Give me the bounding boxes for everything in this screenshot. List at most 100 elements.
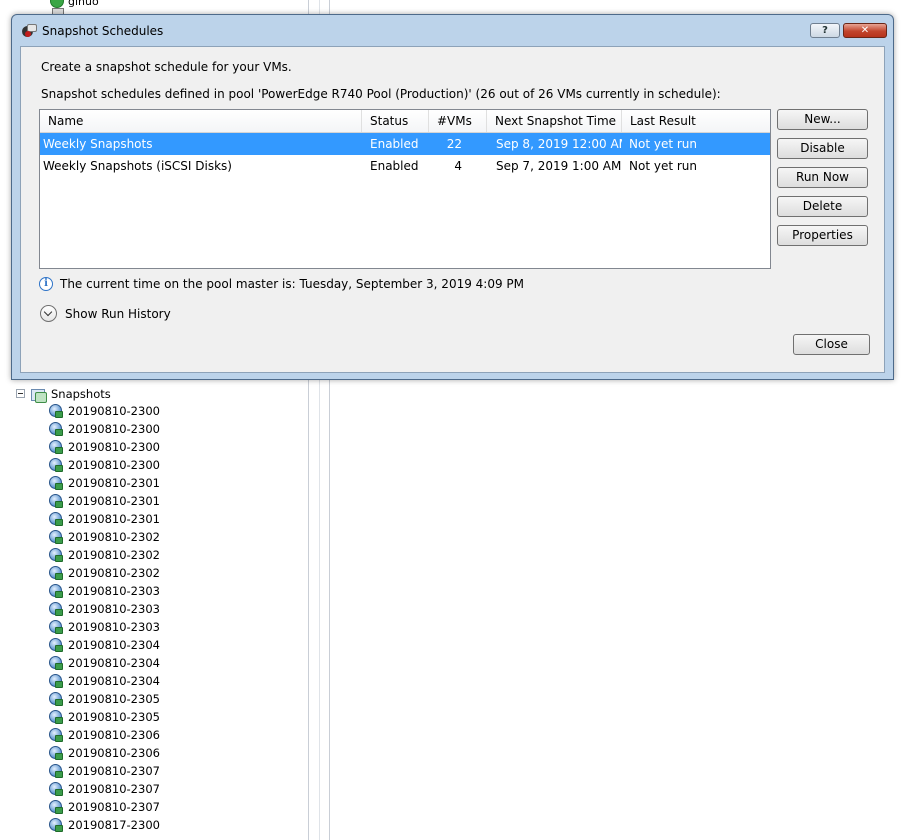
- snapshot-icon: [48, 709, 64, 725]
- dialog-titlebar[interactable]: Snapshot Schedules ? ✕: [12, 15, 893, 46]
- snapshot-tree-item[interactable]: 20190810-2306: [48, 726, 160, 744]
- snapshot-tree-item[interactable]: 20190810-2300: [48, 438, 160, 456]
- window-close-button[interactable]: ✕: [843, 23, 887, 38]
- snapshot-icon: [48, 403, 64, 419]
- schedules-table: Name Status #VMs Next Snapshot Time Last…: [39, 109, 771, 269]
- snapshot-tree-item[interactable]: 20190810-2301: [48, 492, 160, 510]
- column-header-last-result[interactable]: Last Result: [622, 110, 770, 132]
- run-now-button[interactable]: Run Now: [777, 167, 868, 188]
- info-icon: i: [39, 277, 53, 291]
- snapshot-tree-item[interactable]: 20190810-2303: [48, 618, 160, 636]
- snapshot-tree-item[interactable]: 20190810-2302: [48, 546, 160, 564]
- snapshot-icon: [48, 817, 64, 833]
- snapshot-icon: [48, 565, 64, 581]
- snapshot-icon: [48, 529, 64, 545]
- snapshot-label: 20190810-2304: [68, 638, 160, 652]
- snapshot-tree-item[interactable]: 20190817-2300: [48, 816, 160, 834]
- snapshot-icon: [48, 673, 64, 689]
- snapshot-label: 20190810-2300: [68, 404, 160, 418]
- close-button[interactable]: Close: [793, 334, 870, 355]
- snapshot-tree-item[interactable]: 20190810-2304: [48, 636, 160, 654]
- show-run-history-label: Show Run History: [65, 306, 171, 321]
- properties-button[interactable]: Properties: [777, 225, 868, 246]
- pool-time-info: i The current time on the pool master is…: [39, 277, 524, 291]
- snapshot-label: 20190810-2301: [68, 476, 160, 490]
- pool-description: Snapshot schedules defined in pool 'Powe…: [41, 87, 721, 101]
- snapshot-tree-item[interactable]: 20190810-2300: [48, 402, 160, 420]
- snapshot-label: 20190810-2301: [68, 512, 160, 526]
- snapshot-tree-item[interactable]: 20190810-2304: [48, 654, 160, 672]
- snapshot-label: 20190817-2300: [68, 818, 160, 832]
- help-button[interactable]: ?: [810, 23, 840, 38]
- tree-item-partial-label: ginuo: [68, 0, 99, 8]
- snapshot-tree-item[interactable]: 20190810-2305: [48, 690, 160, 708]
- snapshot-icon: [48, 619, 64, 635]
- vm-running-icon: [50, 0, 64, 8]
- snapshot-tree-item[interactable]: 20190810-2303: [48, 582, 160, 600]
- snapshot-icon: [48, 493, 64, 509]
- snapshot-tree-item[interactable]: 20190810-2300: [48, 456, 160, 474]
- new-button[interactable]: New...: [777, 109, 868, 130]
- intro-text: Create a snapshot schedule for your VMs.: [41, 60, 292, 74]
- snapshot-label: 20190810-2302: [68, 566, 160, 580]
- snapshot-tree-item[interactable]: 20190810-2307: [48, 762, 160, 780]
- column-header-next-time[interactable]: Next Snapshot Time: [487, 110, 622, 132]
- snapshot-label: 20190810-2300: [68, 458, 160, 472]
- delete-button[interactable]: Delete: [777, 196, 868, 217]
- snapshot-tree-item[interactable]: 20190810-2301: [48, 474, 160, 492]
- snapshot-label: 20190810-2303: [68, 602, 160, 616]
- cell-next-time: Sep 8, 2019 12:00 AM: [496, 137, 622, 151]
- snapshot-icon: [48, 511, 64, 527]
- snapshot-tree-item[interactable]: 20190810-2306: [48, 744, 160, 762]
- snapshot-label: 20190810-2300: [68, 422, 160, 436]
- snapshot-label: 20190810-2306: [68, 728, 160, 742]
- cell-vms: 22: [446, 137, 462, 151]
- snapshot-label: 20190810-2307: [68, 764, 160, 778]
- cell-last-result: Not yet run: [629, 137, 697, 151]
- snapshot-tree-item[interactable]: 20190810-2304: [48, 672, 160, 690]
- cell-vms: 4: [454, 159, 462, 173]
- snapshot-icon: [48, 583, 64, 599]
- snapshot-label: 20190810-2302: [68, 530, 160, 544]
- pool-time-text: The current time on the pool master is: …: [60, 277, 525, 291]
- snapshot-label: 20190810-2305: [68, 710, 160, 724]
- dialog-title: Snapshot Schedules: [42, 23, 164, 38]
- column-header-status[interactable]: Status: [362, 110, 429, 132]
- column-header-vms[interactable]: #VMs: [429, 110, 487, 132]
- snapshot-label: 20190810-2300: [68, 440, 160, 454]
- table-header: Name Status #VMs Next Snapshot Time Last…: [40, 110, 770, 133]
- snapshot-tree-item[interactable]: 20190810-2300: [48, 420, 160, 438]
- snapshot-label: 20190810-2302: [68, 548, 160, 562]
- cell-last-result: Not yet run: [629, 159, 697, 173]
- snapshot-tree-list: 20190810-2300 20190810-2300 20190810-2300 2…: [48, 402, 160, 834]
- snapshot-label: 20190810-2304: [68, 674, 160, 688]
- cell-name: Weekly Snapshots (iSCSI Disks): [43, 159, 232, 173]
- snapshot-label: 20190810-2306: [68, 746, 160, 760]
- table-row[interactable]: Weekly Snapshots (iSCSI Disks) Enabled 4…: [40, 155, 770, 177]
- snapshot-label: 20190810-2305: [68, 692, 160, 706]
- snapshot-tree-item[interactable]: 20190810-2303: [48, 600, 160, 618]
- action-buttons: New... Disable Run Now Delete Properties: [777, 109, 869, 254]
- collapse-icon[interactable]: [16, 389, 25, 398]
- snapshot-tree-item[interactable]: 20190810-2301: [48, 510, 160, 528]
- column-header-name[interactable]: Name: [40, 110, 362, 132]
- snapshot-icon: [48, 637, 64, 653]
- snapshot-icon: [48, 781, 64, 797]
- table-row[interactable]: Weekly Snapshots Enabled 22 Sep 8, 2019 …: [40, 133, 770, 155]
- snapshot-icon: [48, 655, 64, 671]
- snapshot-tree-item[interactable]: 20190810-2307: [48, 798, 160, 816]
- cell-status: Enabled: [370, 137, 419, 151]
- snapshot-icon: [48, 727, 64, 743]
- snapshot-tree-item[interactable]: 20190810-2305: [48, 708, 160, 726]
- snapshot-tree-item[interactable]: 20190810-2302: [48, 564, 160, 582]
- cell-next-time: Sep 7, 2019 1:00 AM: [496, 159, 622, 173]
- dialog-client-area: Create a snapshot schedule for your VMs.…: [20, 46, 885, 373]
- tree-node-snapshots[interactable]: Snapshots: [16, 385, 111, 403]
- snapshot-tree-item[interactable]: 20190810-2302: [48, 528, 160, 546]
- snapshots-folder-icon: [31, 387, 47, 403]
- disable-button[interactable]: Disable: [777, 138, 868, 159]
- chevron-down-icon[interactable]: [40, 305, 57, 322]
- snapshot-tree-item[interactable]: 20190810-2307: [48, 780, 160, 798]
- show-run-history-toggle[interactable]: Show Run History: [40, 305, 171, 322]
- snapshot-icon: [48, 457, 64, 473]
